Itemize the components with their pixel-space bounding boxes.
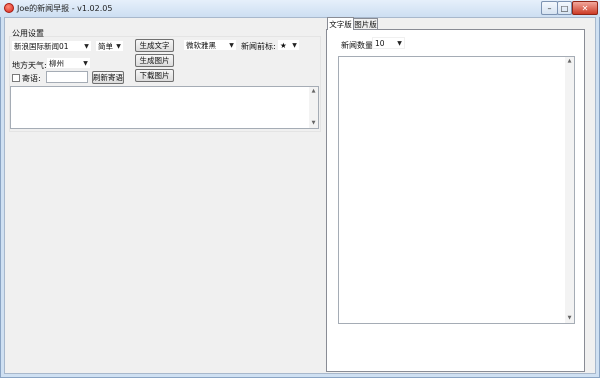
chevron-down-icon: ▼ xyxy=(292,41,297,49)
font-select[interactable]: 微软雅黑 ▼ xyxy=(183,39,237,51)
message-checkbox[interactable] xyxy=(12,74,20,82)
script-select[interactable]: 简单 ▼ xyxy=(95,40,124,52)
tab-text-version[interactable]: 文字版 xyxy=(327,17,354,30)
minimize-button[interactable]: – xyxy=(541,1,558,15)
news-count-select[interactable]: 10 ▼ xyxy=(372,37,405,49)
close-button[interactable]: ✕ xyxy=(572,1,598,15)
scroll-down-icon[interactable]: ▼ xyxy=(565,314,574,323)
scroll-down-icon[interactable]: ▼ xyxy=(309,119,318,128)
script-select-value: 简单 xyxy=(98,41,113,51)
chevron-down-icon: ▼ xyxy=(83,59,88,67)
prefix-select[interactable]: ★ ▼ xyxy=(277,39,300,51)
generate-text-button[interactable]: 生成文字 xyxy=(135,39,174,52)
news-output-textarea[interactable]: ▲ ▼ xyxy=(338,56,575,324)
close-icon: ✕ xyxy=(581,3,589,13)
city-select-value: 柳州 xyxy=(49,58,64,68)
chevron-down-icon: ▼ xyxy=(116,42,121,50)
news-count-label: 新闻数量: xyxy=(341,41,376,50)
city-select[interactable]: 柳州 ▼ xyxy=(46,57,91,69)
message-label: 寄语: xyxy=(22,74,41,83)
news-count-value: 10 xyxy=(375,38,385,48)
message-textarea[interactable]: ▲ ▼ xyxy=(10,86,319,129)
window-title: Joe的新闻早报 - v1.02.05 xyxy=(17,4,113,13)
message-input[interactable] xyxy=(46,71,88,83)
textarea-scrollbar[interactable]: ▲ ▼ xyxy=(309,87,318,128)
output-scrollbar[interactable]: ▲ ▼ xyxy=(565,57,574,323)
source-select[interactable]: 新浪国际新闻01 ▼ xyxy=(11,40,92,52)
chevron-down-icon: ▼ xyxy=(397,39,402,47)
scroll-up-icon[interactable]: ▲ xyxy=(565,57,574,66)
generate-image-button[interactable]: 生成图片 xyxy=(135,54,174,67)
scroll-up-icon[interactable]: ▲ xyxy=(309,87,318,96)
font-select-value: 微软雅黑 xyxy=(186,40,216,50)
chevron-down-icon: ▼ xyxy=(84,42,89,50)
download-image-button[interactable]: 下载图片 xyxy=(135,69,174,82)
maximize-icon: □ xyxy=(560,3,569,13)
group-title: 公用设置 xyxy=(12,29,44,38)
prefix-select-value: ★ xyxy=(280,40,287,50)
chevron-down-icon: ▼ xyxy=(229,41,234,49)
refresh-message-button[interactable]: 刷新寄语 xyxy=(92,71,124,84)
maximize-button[interactable]: □ xyxy=(557,1,572,15)
minimize-icon: – xyxy=(547,3,552,13)
source-select-value: 新浪国际新闻01 xyxy=(14,41,69,51)
weather-label: 地方天气: xyxy=(12,61,47,70)
prefix-label: 新闻前标: xyxy=(241,42,276,51)
app-icon xyxy=(4,3,14,13)
